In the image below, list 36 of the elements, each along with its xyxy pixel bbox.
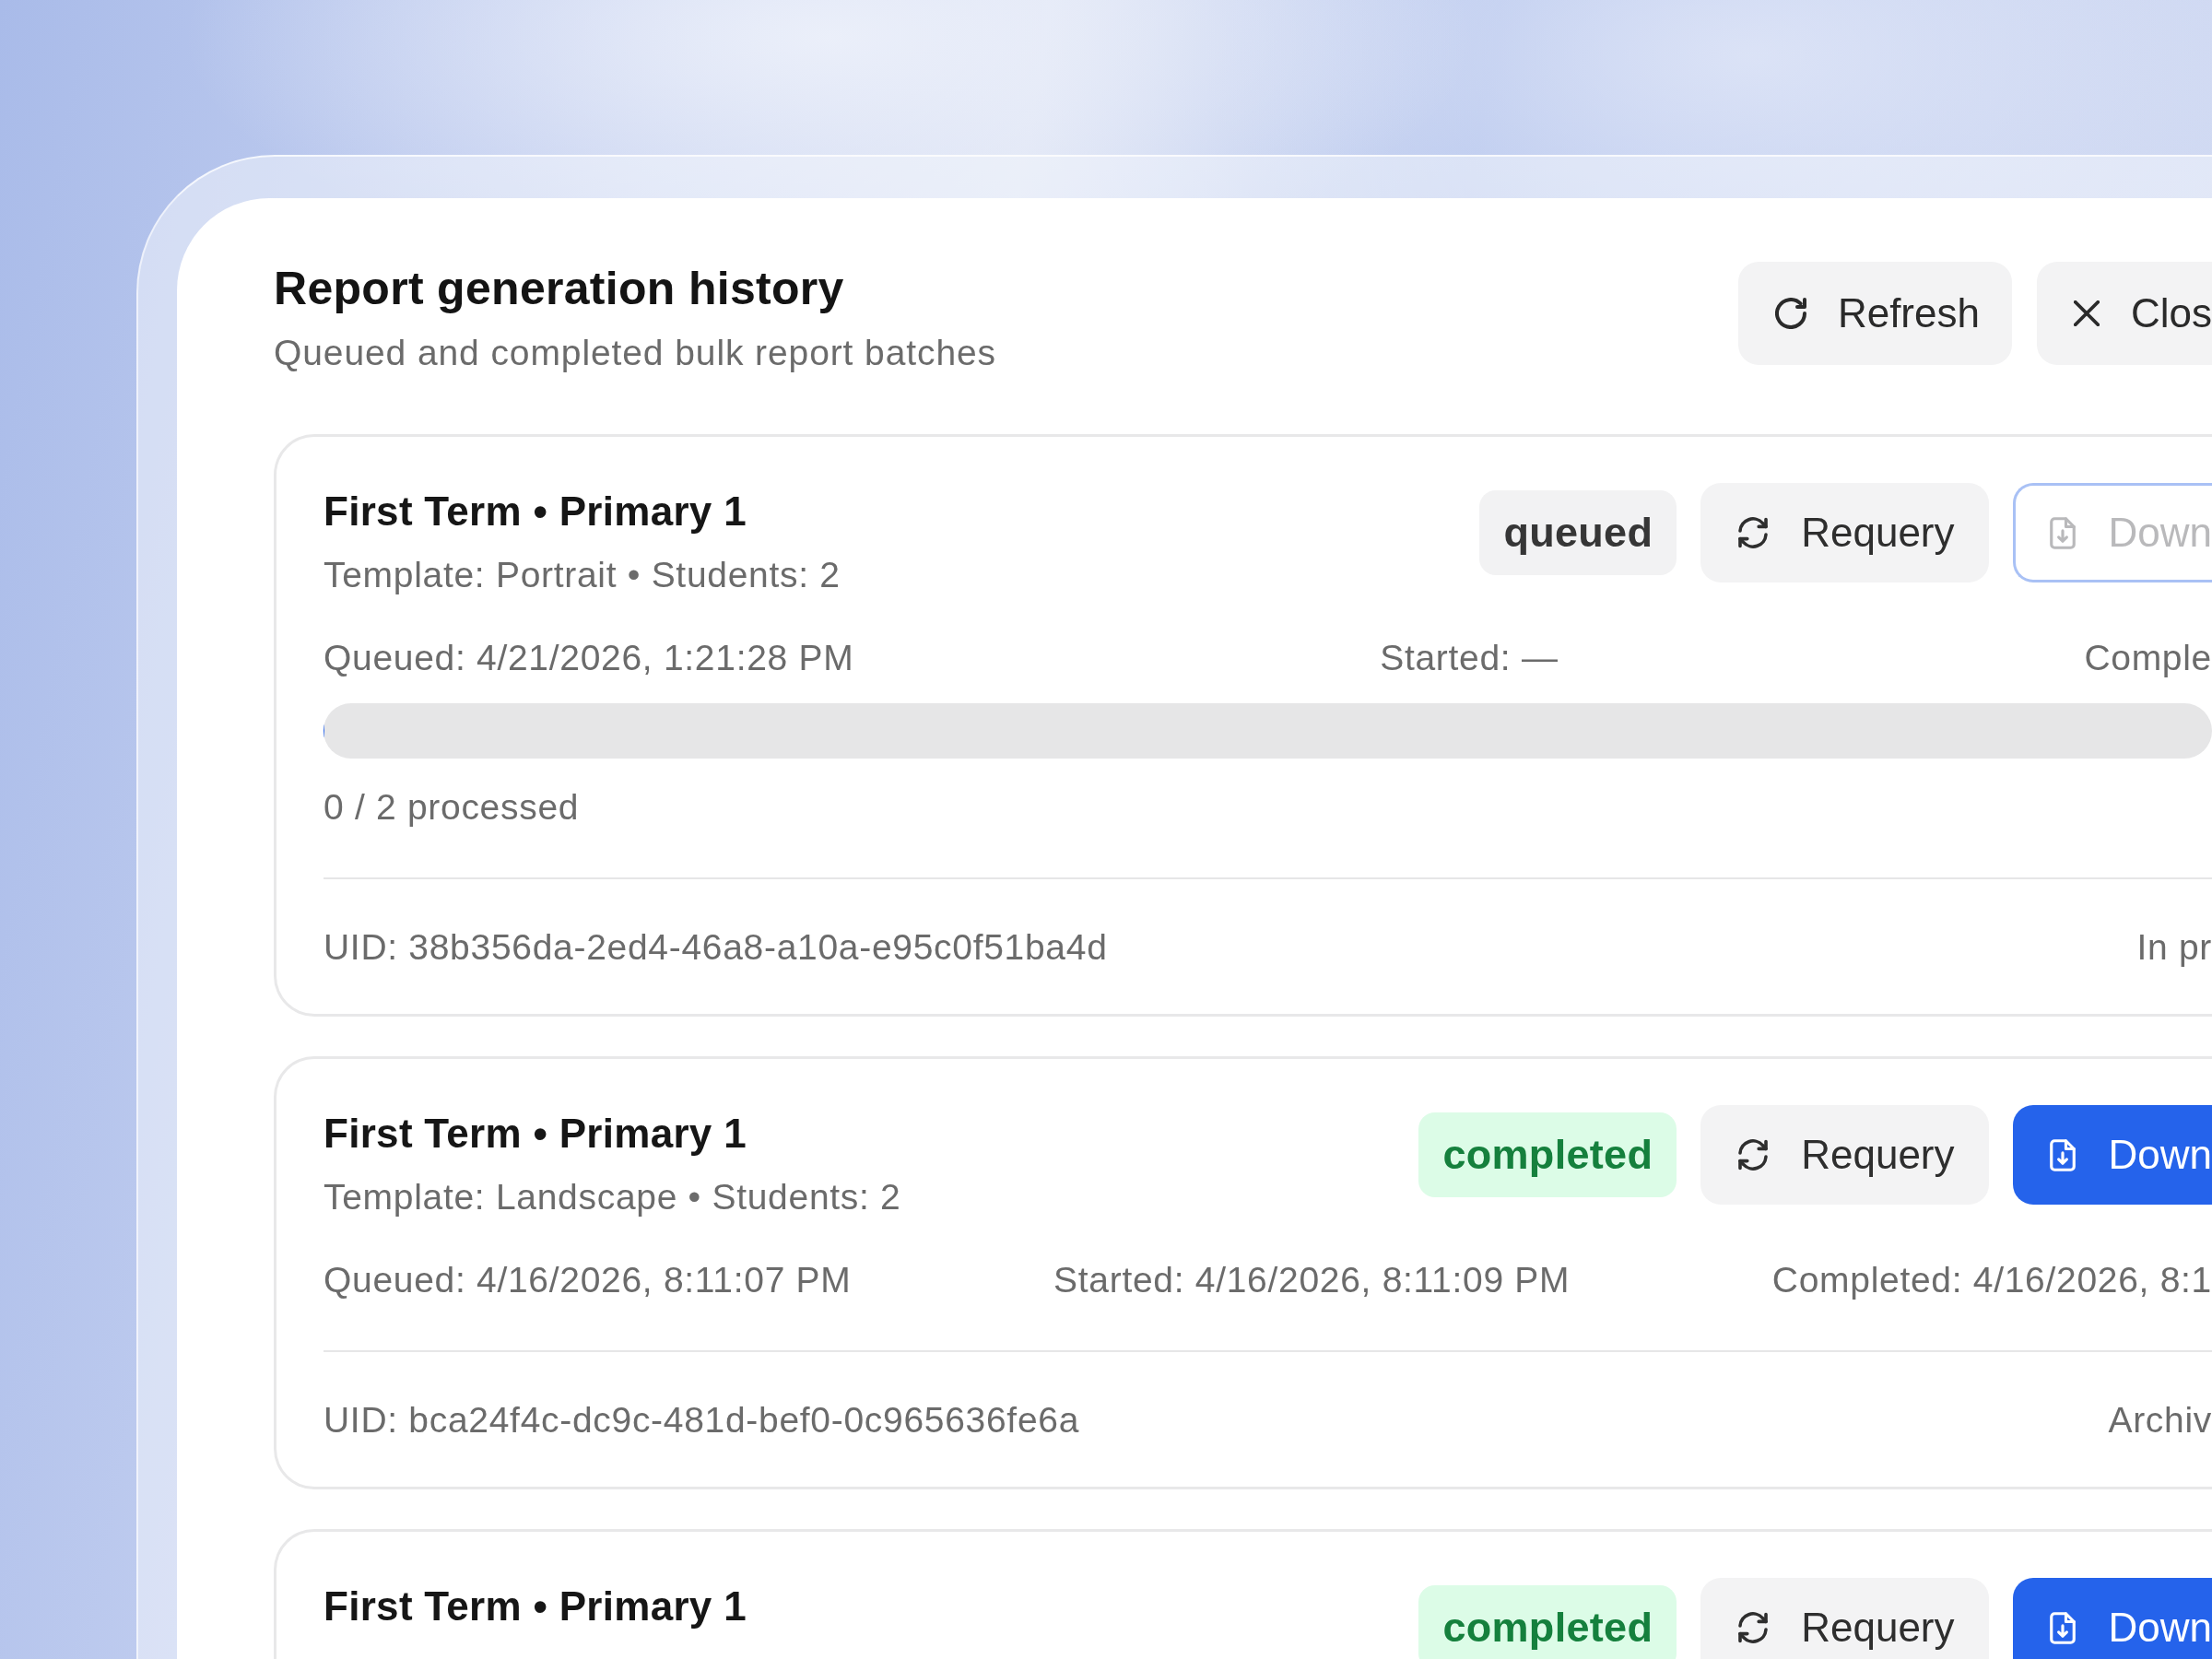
refresh-icon [1774,298,1806,329]
refresh-button[interactable]: Refresh [1737,262,2012,365]
timestamp-text: Started: — [1380,637,1559,679]
download-button[interactable]: Down [2012,1578,2212,1659]
circular-arrows-icon [1737,517,1770,548]
batch-details: Template: Landscape • Students: 2 [324,1176,901,1218]
uid-text: UID: 38b356da-2ed4-46a8-a10a-e95c0f51ba4d [324,926,1108,969]
status-note: In pr [2136,926,2212,969]
timestamp-text: Completed: 4/16/2026, 8:1 [1771,1259,2212,1301]
status-badge: queued [1479,490,1677,575]
document-arrow-icon [2049,1611,2076,1644]
requery-button[interactable]: Requery [1700,1578,1989,1659]
close-button[interactable]: Clos [2036,262,2212,365]
timestamp-text: Comple [2084,637,2212,679]
circular-arrows-icon [1737,1612,1770,1643]
status-badge: completed [1418,1112,1677,1197]
requery-button[interactable]: Requery [1700,483,1989,582]
circular-arrows-icon [1737,1139,1770,1171]
document-arrow-icon [2049,516,2076,549]
batch-title: First Term • Primary 1 [324,488,747,535]
dialog-subtitle: Queued and completed bulk report batches [274,332,996,374]
batch-title: First Term • Primary 1 [324,1583,747,1630]
status-badge: completed [1418,1585,1677,1659]
batch-title: First Term • Primary 1 [324,1110,747,1158]
requery-button[interactable]: Requery [1700,1105,1989,1205]
dialog-title: Report generation history [274,262,845,316]
timestamp-text: Started: 4/16/2026, 8:11:09 PM [1053,1259,1571,1301]
document-arrow-icon [2049,1138,2076,1171]
status-note: Archiv [2108,1399,2212,1441]
batch-details: Template: Portrait • Students: 2 [324,554,841,596]
uid-text: UID: bca24f4c-dc9c-481d-bef0-0c965636fe6a [324,1399,1080,1441]
close-icon [2073,300,2100,326]
timestamp-text: Queued: 4/16/2026, 8:11:07 PM [324,1259,852,1301]
timestamp-text: Queued: 4/21/2026, 1:21:28 PM [324,637,854,679]
progress-caption: 0 / 2 processed [324,786,580,829]
download-button[interactable]: Down [2012,1105,2212,1205]
